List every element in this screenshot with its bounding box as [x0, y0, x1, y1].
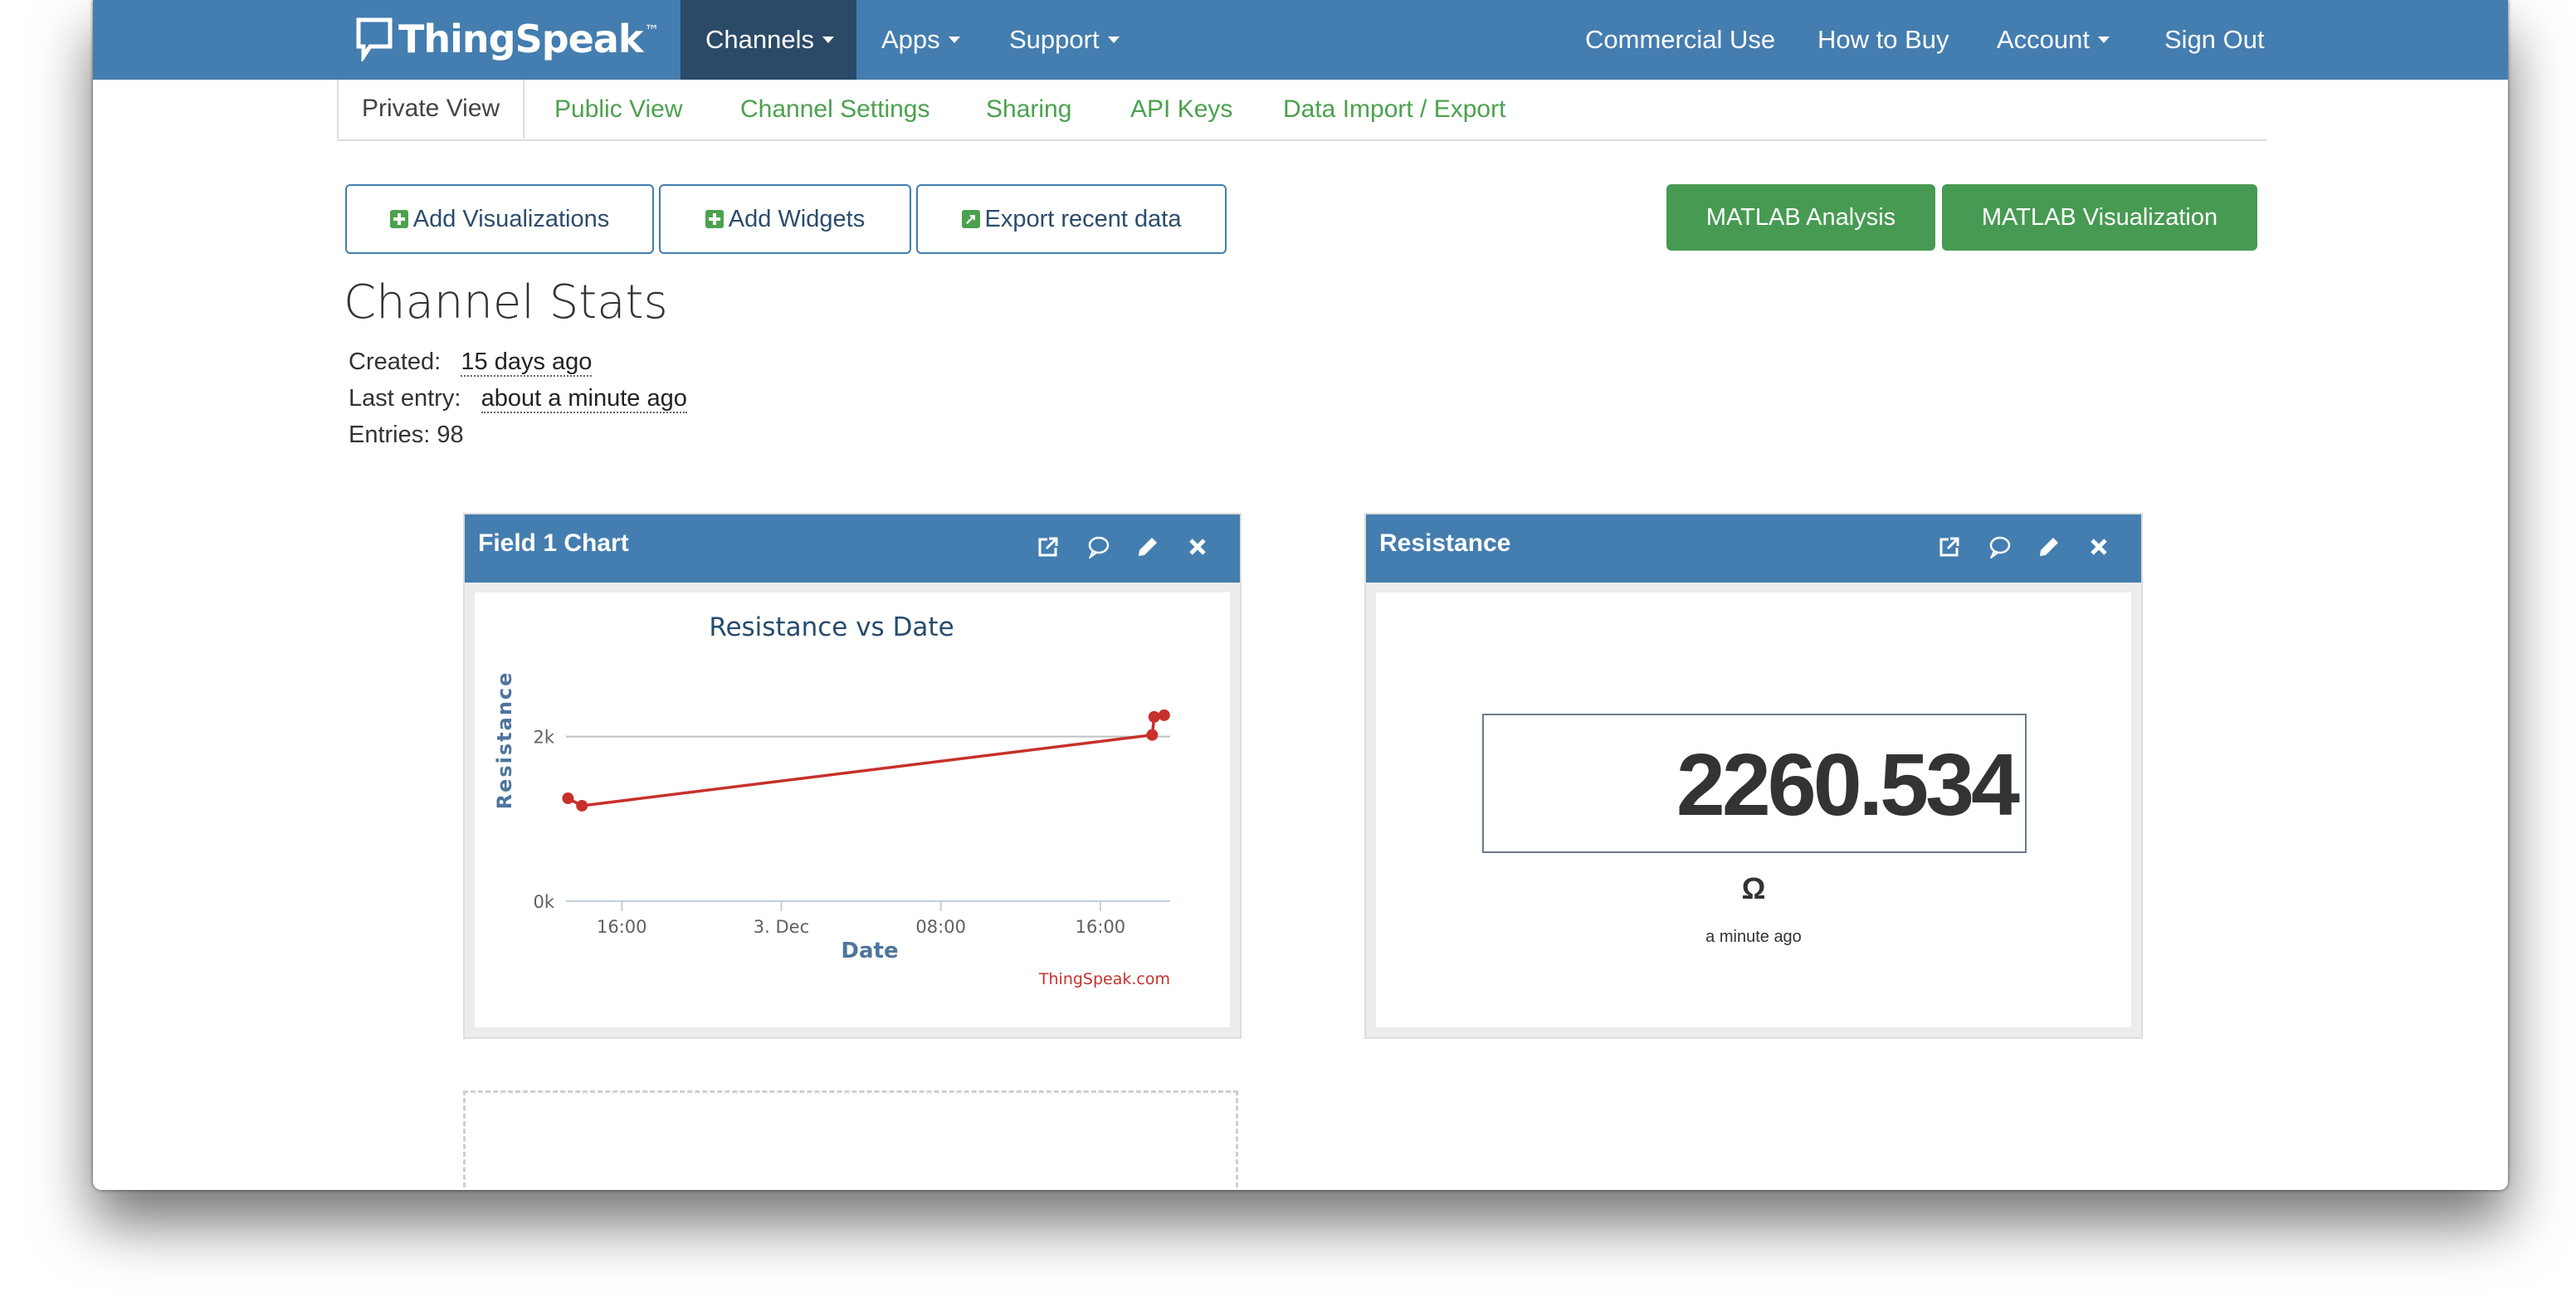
tab-label: Data Import / Export	[1283, 95, 1506, 123]
button-label: MATLAB Visualization	[1981, 203, 2218, 231]
stat-entries: Entries: 98	[349, 422, 464, 449]
unit-symbol: Ω	[1741, 871, 1766, 905]
nav-channels-label: Channels	[705, 25, 814, 54]
panel-title: Resistance	[1379, 529, 1511, 557]
button-label: MATLAB Analysis	[1705, 203, 1896, 231]
nav-channels[interactable]: Channels	[681, 0, 856, 80]
nav-commercial-use[interactable]: Commercial Use	[1560, 0, 1800, 80]
add-widgets-button[interactable]: Add Widgets	[659, 184, 911, 254]
data-point	[1146, 729, 1159, 741]
numeric-display-container: 2260.534 Ω a minute ago	[1376, 592, 2131, 1027]
y-axis-label: Resistance	[493, 671, 516, 810]
panel-title: Field 1 Chart	[478, 529, 629, 557]
top-navbar: ThingSpeak ™ Channels Apps Support Commer…	[93, 0, 2508, 80]
tab-label: Public View	[554, 95, 683, 123]
comment-icon[interactable]	[1086, 533, 1110, 561]
channel-stats-title: Channel Stats	[344, 276, 668, 329]
numeric-value-box: 2260.534	[1482, 714, 2027, 853]
plus-square-icon	[705, 210, 724, 228]
nav-apps-label: Apps	[881, 25, 940, 54]
pencil-icon[interactable]	[1135, 533, 1160, 561]
y-tick-label: 2k	[533, 728, 554, 748]
comment-icon[interactable]	[1987, 533, 2012, 561]
y-tick-label: 0k	[533, 892, 554, 912]
resistance-chart: Resistance vs Date 0k 2k 16:00 3. Dec 08:00…	[493, 612, 1170, 988]
last-entry-value: about a minute ago	[481, 385, 687, 413]
tab-label: Channel Settings	[740, 95, 930, 123]
caret-down-icon	[822, 37, 834, 43]
tab-channel-settings[interactable]: Channel Settings	[740, 80, 930, 139]
nav-sign-out-label: Sign Out	[2164, 25, 2265, 54]
caret-down-icon	[1107, 37, 1120, 43]
resistance-value: 2260.534	[1676, 736, 2020, 834]
nav-sign-out[interactable]: Sign Out	[2139, 0, 2290, 80]
data-point	[576, 799, 588, 812]
add-visualizations-button[interactable]: Add Visualizations	[345, 184, 654, 254]
x-axis-label: Date	[841, 939, 898, 963]
stat-created: Created: 15 days ago	[349, 349, 593, 377]
pencil-icon[interactable]	[2037, 533, 2061, 561]
speech-bubble-icon	[356, 17, 393, 61]
nav-commercial-use-label: Commercial Use	[1585, 25, 1776, 54]
trademark: ™	[644, 22, 659, 40]
chart-container: Resistance vs Date 0k 2k 16:00 3. Dec 08:00…	[475, 592, 1230, 1027]
series-line	[567, 714, 1165, 807]
resistance-widget-panel: Resistance 2260.534 Ω a minute ago	[1364, 513, 2143, 1039]
tab-data-import-export[interactable]: Data Import / Export	[1283, 80, 1505, 139]
widget-drop-placeholder	[463, 1090, 1238, 1190]
button-label: Add Visualizations	[412, 205, 610, 232]
nav-support-label: Support	[1009, 25, 1100, 54]
x-tick-label: 16:00	[1076, 917, 1126, 937]
panel-header: Field 1 Chart	[465, 514, 1240, 583]
button-label: Export recent data	[984, 205, 1182, 232]
entries-count: Entries: 98	[349, 422, 464, 448]
thingspeak-logo[interactable]: ThingSpeak ™	[355, 12, 659, 66]
matlab-visualization-button[interactable]: MATLAB Visualization	[1942, 184, 2257, 251]
plus-square-icon	[389, 210, 408, 228]
nav-account-label: Account	[1997, 25, 2091, 54]
stat-label: Created:	[349, 349, 442, 375]
data-point	[1158, 709, 1170, 721]
data-point	[1148, 710, 1160, 723]
button-label: Add Widgets	[728, 205, 866, 232]
x-tick-label: 16:00	[597, 917, 647, 937]
nav-apps[interactable]: Apps	[856, 0, 985, 80]
last-updated: a minute ago	[1705, 928, 1802, 946]
close-icon[interactable]	[1185, 533, 1210, 561]
nav-account[interactable]: Account	[1972, 0, 2134, 80]
browser-window: ThingSpeak ™ Channels Apps Support Commer…	[93, 0, 2508, 1190]
close-icon[interactable]	[2086, 533, 2111, 561]
caret-down-icon	[948, 37, 960, 43]
brand-name: ThingSpeak	[398, 17, 643, 61]
tab-label: Sharing	[986, 95, 1072, 123]
caret-down-icon	[2098, 37, 2110, 43]
chart-credit[interactable]: ThingSpeak.com	[1038, 970, 1170, 988]
external-link-square-icon: ↗	[961, 210, 980, 228]
x-tick-label: 08:00	[915, 917, 966, 937]
export-recent-data-button[interactable]: ↗ Export recent data	[916, 184, 1227, 254]
tab-label: API Keys	[1130, 95, 1233, 123]
channel-tabs: Private View Public View Channel Setting…	[337, 80, 2267, 141]
panel-header: Resistance	[1366, 514, 2141, 583]
x-tick-label: 3. Dec	[754, 917, 809, 937]
external-link-icon[interactable]	[1937, 533, 1962, 561]
tab-api-keys[interactable]: API Keys	[1130, 80, 1232, 139]
stat-last-entry: Last entry: about a minute ago	[349, 385, 687, 413]
external-link-icon[interactable]	[1036, 533, 1061, 561]
tab-sharing[interactable]: Sharing	[986, 80, 1071, 139]
field1-chart-panel: Field 1 Chart Resistance vs Date 0k 2k 16…	[463, 513, 1242, 1039]
tab-private-view[interactable]: Private View	[337, 80, 525, 139]
matlab-analysis-button[interactable]: MATLAB Analysis	[1666, 184, 1935, 251]
created-value: 15 days ago	[461, 349, 593, 377]
chart-title: Resistance vs Date	[709, 612, 954, 642]
nav-how-to-buy[interactable]: How to Buy	[1793, 0, 1974, 80]
nav-support[interactable]: Support	[984, 0, 1144, 80]
nav-how-to-buy-label: How to Buy	[1817, 25, 1949, 54]
stat-label: Last entry:	[349, 385, 461, 412]
tab-public-view[interactable]: Public View	[554, 80, 683, 139]
tab-label: Private View	[362, 95, 500, 122]
data-point	[562, 792, 574, 805]
